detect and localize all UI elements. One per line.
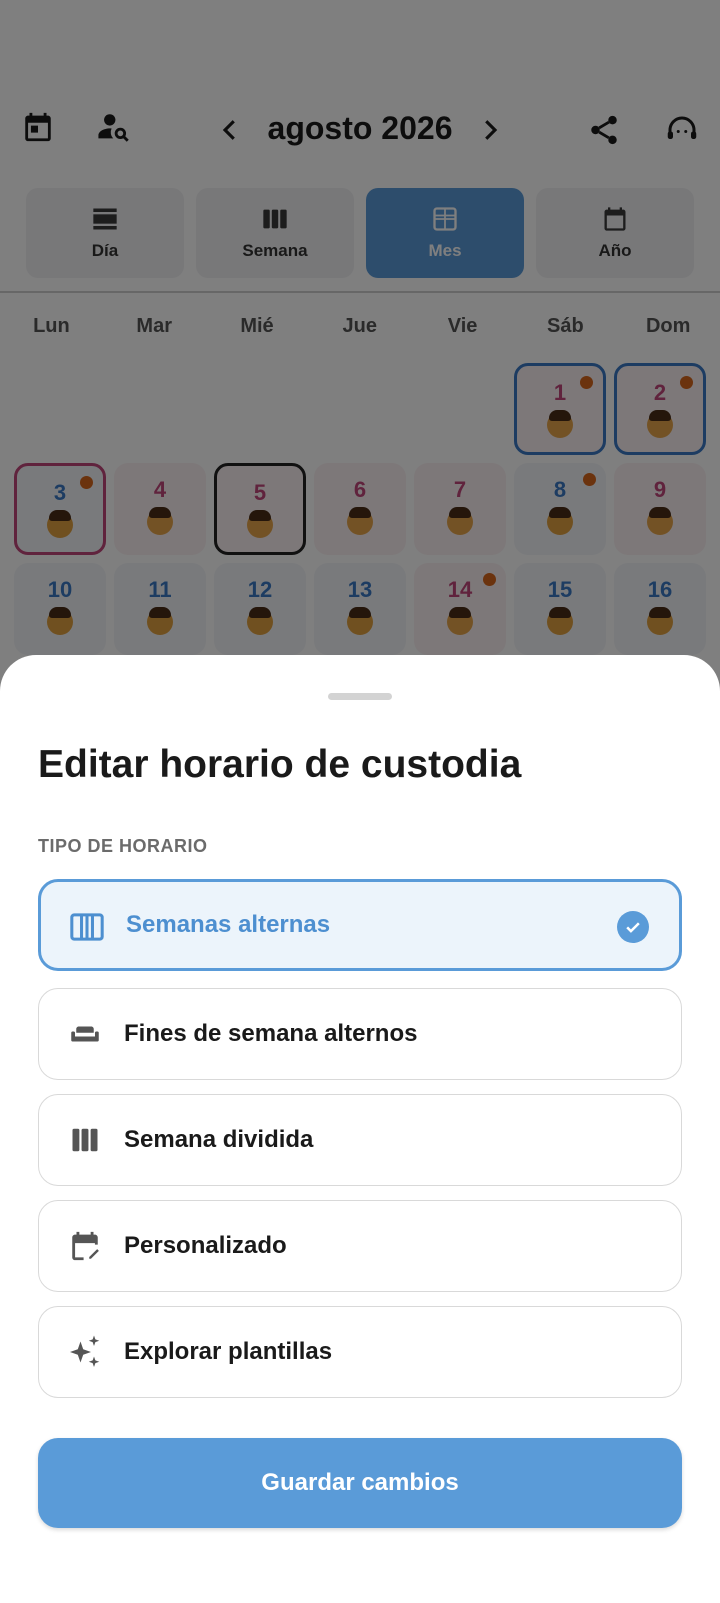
option-semanas-alternas[interactable]: Semanas alternas bbox=[38, 879, 682, 971]
sheet-title: Editar horario de custodia bbox=[38, 743, 522, 786]
sparkle-icon bbox=[65, 1332, 105, 1372]
option-explorar-plantillas[interactable]: Explorar plantillas bbox=[38, 1306, 682, 1398]
weekend-sofa-icon bbox=[65, 1014, 105, 1054]
edit-calendar-icon bbox=[65, 1226, 105, 1266]
option-label: Semana dividida bbox=[124, 1126, 314, 1153]
option-label: Personalizado bbox=[124, 1232, 287, 1259]
option-label: Semanas alternas bbox=[126, 911, 331, 938]
save-button[interactable]: Guardar cambios bbox=[38, 1438, 682, 1528]
option-fines-de-semana[interactable]: Fines de semana alternos bbox=[38, 988, 682, 1080]
option-semana-dividida[interactable]: Semana dividida bbox=[38, 1094, 682, 1186]
view-week-icon bbox=[67, 907, 107, 947]
section-label: TIPO DE HORARIO bbox=[38, 836, 208, 856]
option-label: Explorar plantillas bbox=[124, 1338, 333, 1365]
drag-handle[interactable] bbox=[328, 693, 392, 700]
view-column-icon bbox=[65, 1120, 105, 1160]
option-personalizado[interactable]: Personalizado bbox=[38, 1200, 682, 1292]
check-circle-icon bbox=[617, 911, 649, 943]
option-label: Fines de semana alternos bbox=[124, 1020, 418, 1047]
edit-schedule-sheet: Editar horario de custodia TIPO DE HORAR… bbox=[0, 655, 720, 1603]
